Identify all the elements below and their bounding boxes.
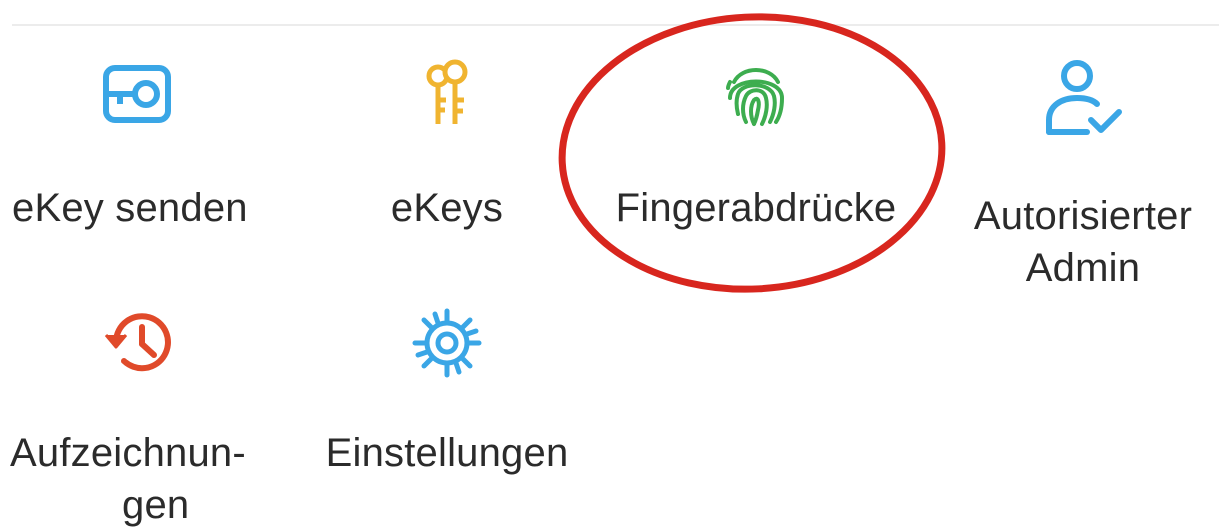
label-line-1: Autorisierter <box>973 194 1193 238</box>
menu-item-authorized-admin[interactable]: Autorisierter Admin <box>933 58 1219 294</box>
menu-item-label: Aufzeichnun- gen <box>0 427 288 531</box>
label-line-1: Aufzeichnun- <box>10 431 246 475</box>
menu-item-label: Fingerabdrücke <box>615 186 897 230</box>
menu-item-fingerprints[interactable]: Fingerabdrücke <box>606 58 906 234</box>
fingerprint-icon <box>726 68 785 126</box>
menu-item-ekeys[interactable]: eKeys <box>297 58 597 234</box>
keys-icon <box>426 59 468 124</box>
menu-item-settings[interactable]: Einstellungen <box>297 307 597 479</box>
gear-icon <box>412 308 482 378</box>
menu-item-label: eKeys <box>390 186 504 230</box>
menu-item-label: eKey senden <box>12 186 248 230</box>
label-line-2: Admin <box>1025 246 1141 290</box>
menu-item-records[interactable]: Aufzeichnun- gen <box>0 307 288 531</box>
menu-item-label: Autorisierter Admin <box>933 190 1219 294</box>
user-check-icon <box>1046 60 1122 135</box>
menu-item-label: Einstellungen <box>325 431 569 475</box>
history-icon <box>104 313 171 372</box>
key-card-icon <box>103 65 171 123</box>
label-line-2: gen <box>122 483 190 527</box>
menu-item-send-ekey[interactable]: eKey senden <box>0 58 288 234</box>
top-divider <box>12 24 1219 26</box>
